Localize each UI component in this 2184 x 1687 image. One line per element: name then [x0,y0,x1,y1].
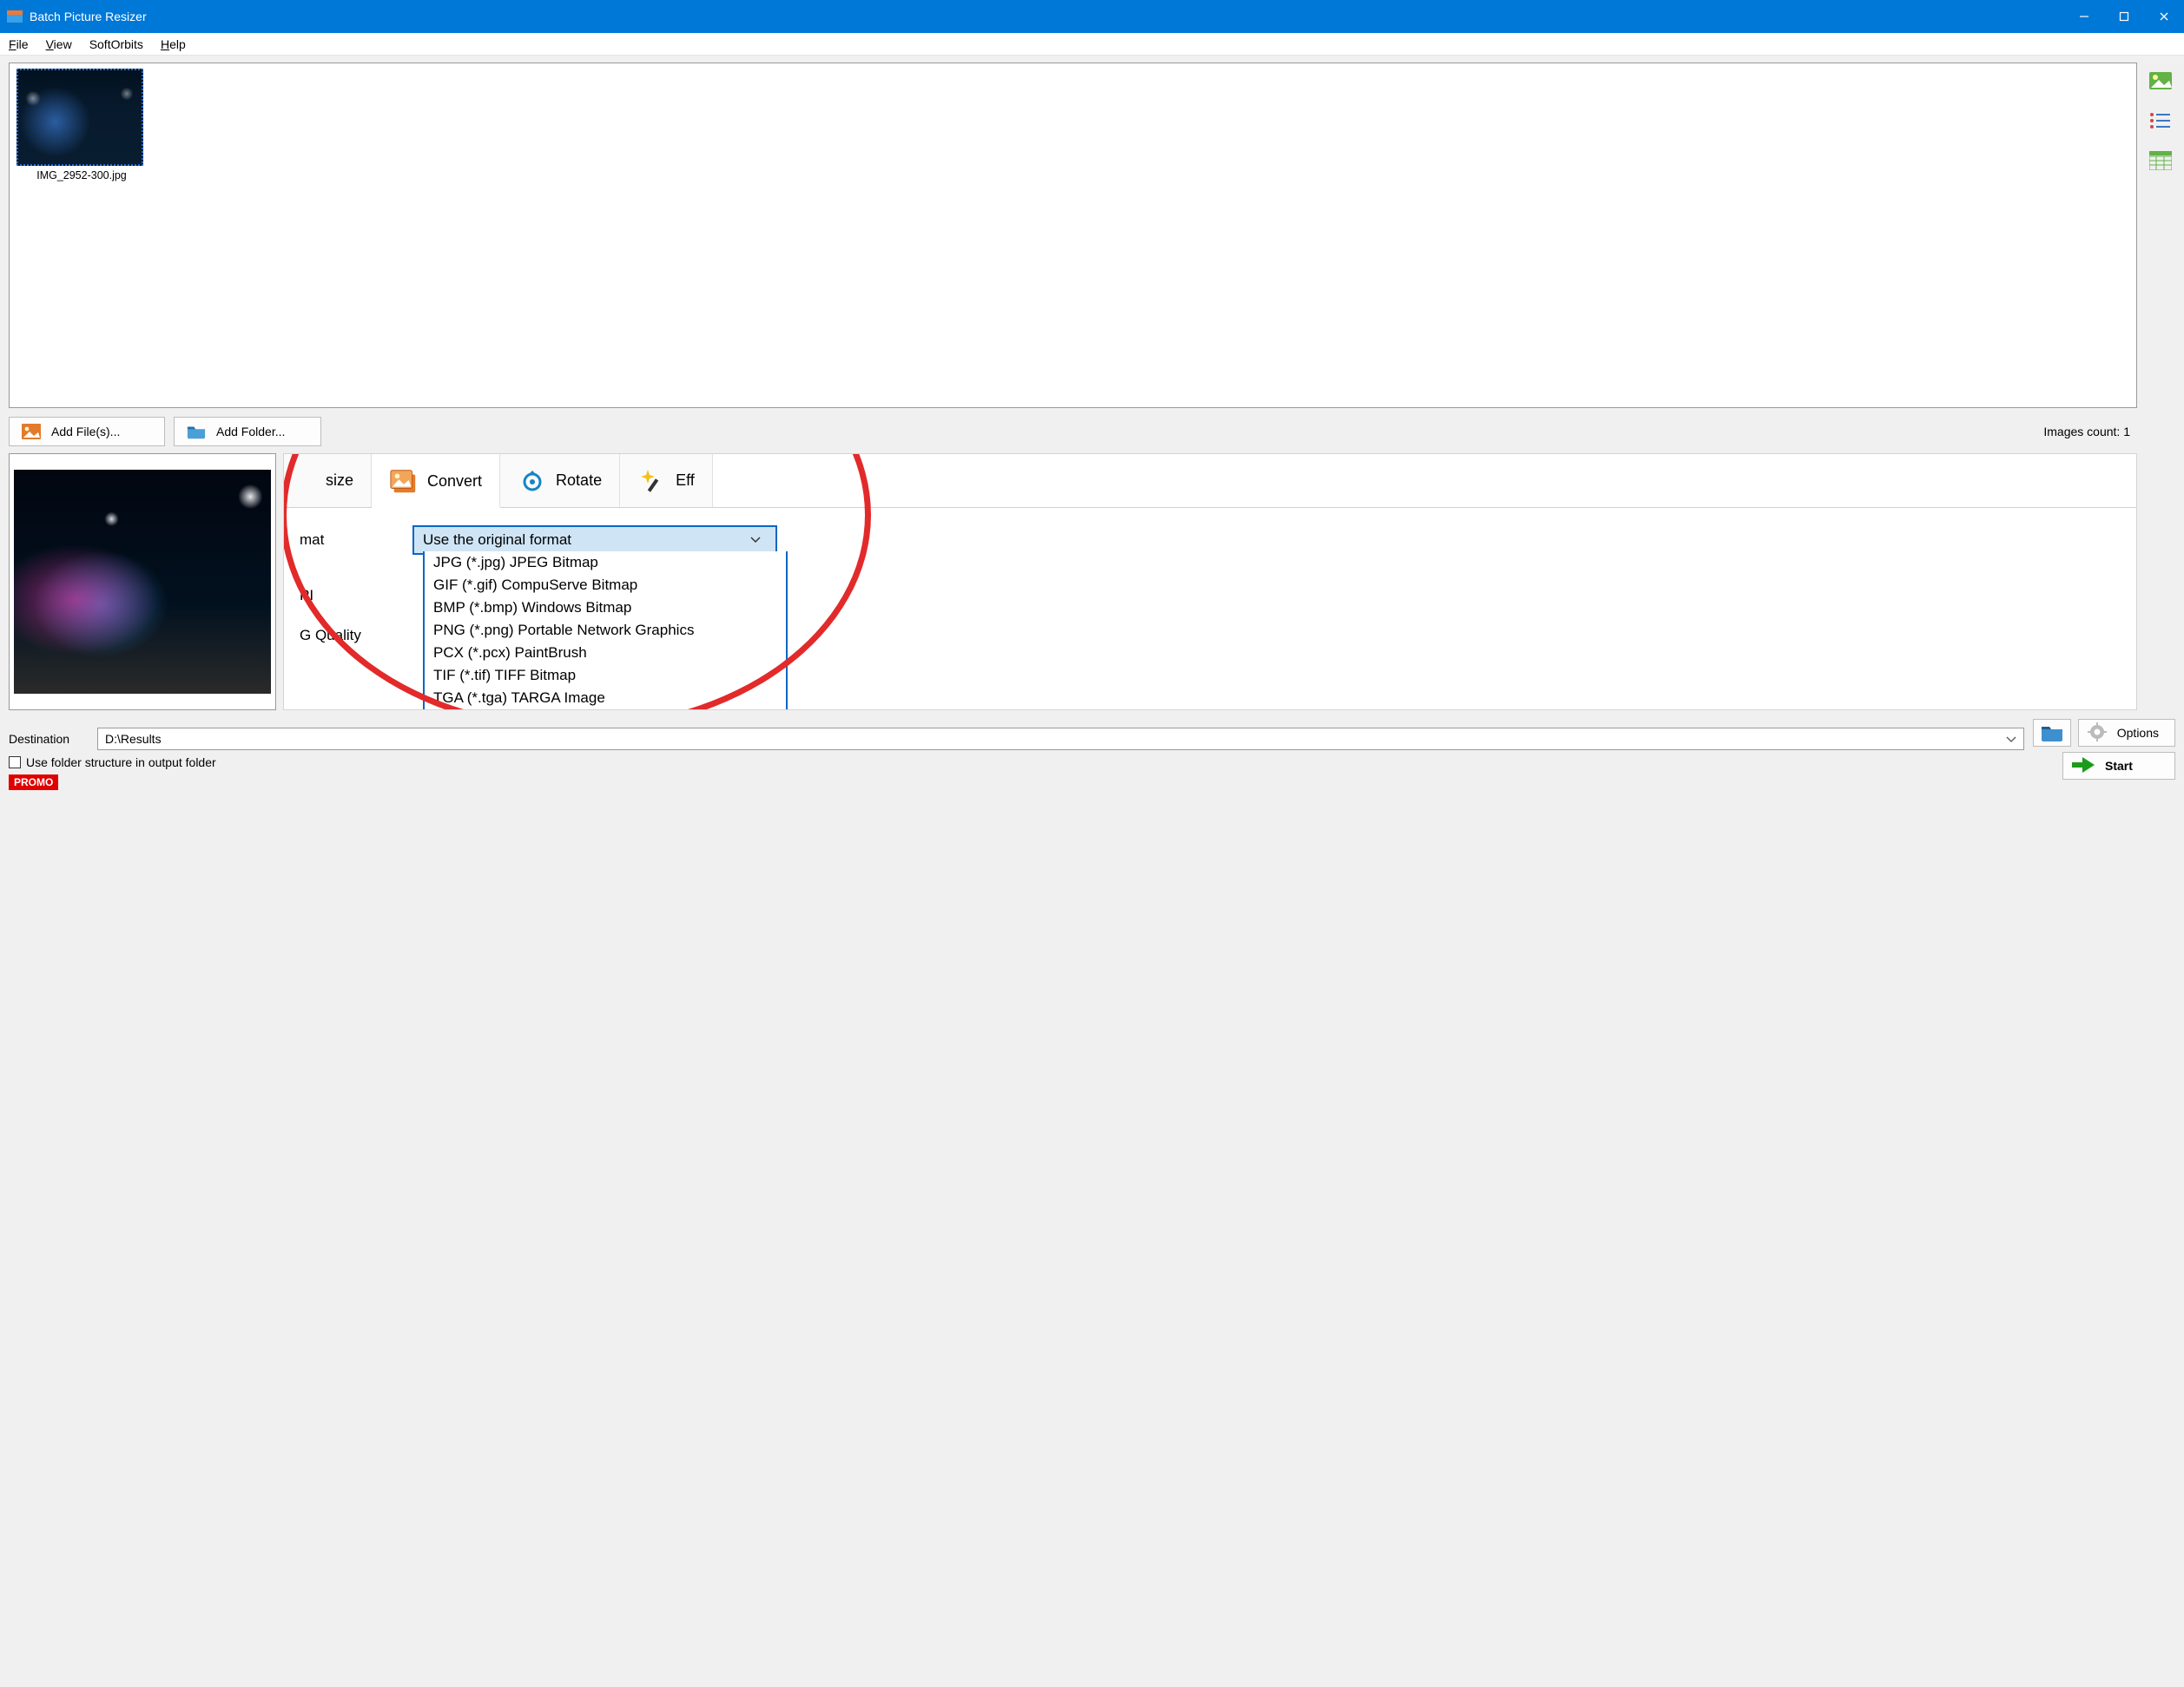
destination-label: Destination [9,732,89,746]
format-option-selected[interactable]: Use the original format [425,709,786,710]
destination-input[interactable]: D:\Results [97,728,2024,750]
output-format-combo[interactable]: Use the original format [412,525,777,555]
folder-icon [187,424,206,439]
image-icon [22,424,41,439]
add-folder-label: Add Folder... [216,425,285,438]
settings-panel: size Convert Rotate [283,453,2137,710]
thumbnail-item[interactable]: IMG_2952-300.jpg [16,69,147,181]
tab-resize-label: size [326,471,353,490]
thumbnail-image [16,69,143,166]
format-option[interactable]: JPG (*.jpg) JPEG Bitmap [425,551,786,574]
view-details-icon[interactable] [2148,149,2174,172]
destination-value: D:\Results [105,732,162,746]
use-folder-structure-checkbox[interactable] [9,756,21,768]
tab-convert[interactable]: Convert [372,453,500,507]
menu-bar: File View SoftOrbits Help [0,33,2184,56]
promo-badge[interactable]: PROMO [9,774,58,790]
chevron-down-icon [749,531,767,549]
convert-form: mat Use the original format JPG (*.jpg) … [284,508,2136,668]
view-thumbnails-icon[interactable] [2148,69,2174,92]
output-format-value: Use the original format [423,531,571,549]
add-files-button[interactable]: Add File(s)... [9,417,165,446]
options-label: Options [2117,726,2159,740]
tab-rotate-label: Rotate [556,471,602,490]
add-files-label: Add File(s)... [51,425,120,438]
app-icon [7,9,23,24]
format-option[interactable]: PNG (*.png) Portable Network Graphics [425,619,786,642]
dpi-label: PI [300,587,412,604]
menu-softorbits-label: SoftOrbits [89,37,143,51]
tab-effects-label: Eff [676,471,695,490]
window-title: Batch Picture Resizer [30,10,2064,23]
preview-image [14,470,271,694]
format-option[interactable]: GIF (*.gif) CompuServe Bitmap [425,574,786,596]
menu-file[interactable]: File [3,36,34,53]
preview-pane [9,453,276,710]
tab-resize[interactable]: size [284,453,372,507]
tab-convert-label: Convert [427,472,482,491]
minimize-button[interactable] [2064,0,2104,33]
menu-view[interactable]: View [41,36,77,53]
format-option[interactable]: BMP (*.bmp) Windows Bitmap [425,596,786,619]
format-option[interactable]: TGA (*.tga) TARGA Image [425,687,786,709]
output-format-dropdown[interactable]: JPG (*.jpg) JPEG Bitmap GIF (*.gif) Comp… [423,551,788,710]
use-folder-structure-label: Use folder structure in output folder [26,755,216,769]
window-titlebar: Batch Picture Resizer [0,0,2184,33]
images-count: Images count: 1 [2043,425,2137,438]
gear-icon [2088,722,2107,744]
tab-rotate[interactable]: Rotate [500,453,620,507]
menu-softorbits[interactable]: SoftOrbits [84,36,148,53]
chevron-down-icon [2006,732,2016,746]
close-button[interactable] [2144,0,2184,33]
options-button[interactable]: Options [2078,719,2175,747]
effects-icon [637,465,667,495]
thumbnail-filename: IMG_2952-300.jpg [16,166,147,181]
add-folder-button[interactable]: Add Folder... [174,417,321,446]
tab-effects[interactable]: Eff [620,453,713,507]
view-list-icon[interactable] [2148,109,2174,132]
format-option[interactable]: PCX (*.pcx) PaintBrush [425,642,786,664]
window-controls [2064,0,2184,33]
maximize-button[interactable] [2104,0,2144,33]
start-arrow-icon [2072,757,2095,775]
rotate-icon [518,465,547,495]
image-list[interactable]: IMG_2952-300.jpg [9,63,2137,408]
menu-help[interactable]: Help [155,36,191,53]
start-label: Start [2105,759,2133,773]
start-button[interactable]: Start [2062,752,2175,780]
convert-icon [389,466,419,496]
output-format-label: mat [300,531,412,549]
format-option[interactable]: TIF (*.tif) TIFF Bitmap [425,664,786,687]
settings-tab-row: size Convert Rotate [284,454,2136,508]
browse-destination-button[interactable] [2033,719,2071,747]
view-mode-switch [2146,69,2175,172]
jpg-quality-label: G Quality [300,627,412,644]
